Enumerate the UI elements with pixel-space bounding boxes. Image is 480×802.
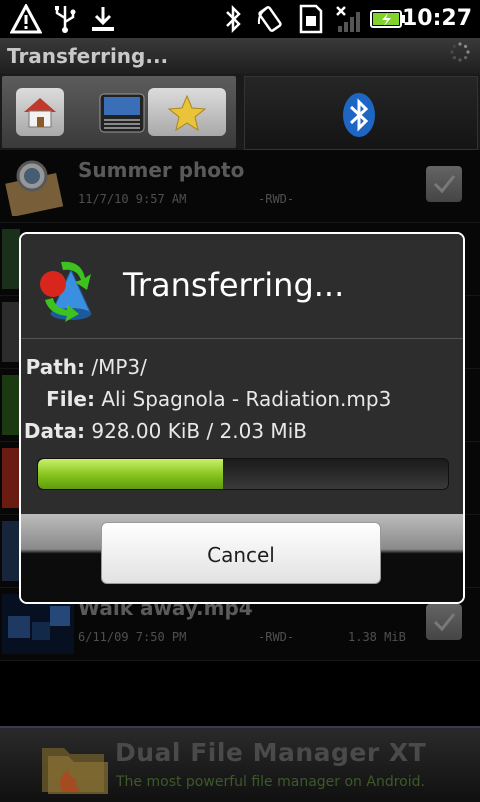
app-title-bar: Transferring... [0,38,480,74]
usb-icon [55,6,76,33]
data-label: Data: [23,419,85,443]
app-title: Transferring... [7,44,169,68]
file-label: File: [46,387,95,411]
path-label: Path: [25,355,85,379]
no-signal-icon [336,6,360,32]
ad-subtitle: The most powerful file manager on Androi… [116,774,425,790]
transfer-progress-bar [37,458,449,490]
rotate-icon [257,6,282,32]
folder-icon [42,748,108,794]
transfer-dialog: Transferring... Path: /MP3/ File: Ali Sp… [19,232,465,604]
right-pane-tab[interactable] [244,76,478,150]
ad-title: Dual File Manager XT [115,738,427,767]
dialog-title: Transferring... [123,266,345,304]
battery-charging-icon [370,10,405,28]
favorite-star-icon [167,94,207,132]
sim-icon [299,4,323,34]
pane-toolbar [0,74,480,150]
left-pane-tab[interactable] [2,76,236,148]
device-icon [99,93,145,133]
home-button[interactable] [16,88,64,136]
loading-spinner-icon [450,42,470,62]
ad-banner[interactable]: Dual File Manager XT The most powerful f… [0,726,480,802]
warning-icon [10,4,42,34]
bluetooth-icon [226,4,241,34]
progress-fill [38,459,223,489]
file-line: File: Ali Spagnola - Radiation.mp3 [21,387,392,411]
status-bar: 10:27 [0,0,480,38]
bluetooth-icon [343,93,375,137]
data-value: 928.00 KiB / 2.03 MiB [91,419,307,443]
dialog-header: Transferring... [21,234,463,339]
data-line: Data: 928.00 KiB / 2.03 MiB [21,419,307,443]
status-time: 10:27 [401,6,472,31]
device-button[interactable] [94,88,150,136]
favorites-button[interactable] [148,88,226,136]
path-value: /MP3/ [91,355,147,379]
dialog-footer: Cancel [21,514,463,602]
transfer-icon [40,261,92,322]
path-line: Path: /MP3/ [21,355,147,379]
file-value: Ali Spagnola - Radiation.mp3 [101,387,392,411]
cancel-button[interactable]: Cancel [101,522,381,584]
home-icon [24,98,56,128]
download-icon [92,7,114,31]
